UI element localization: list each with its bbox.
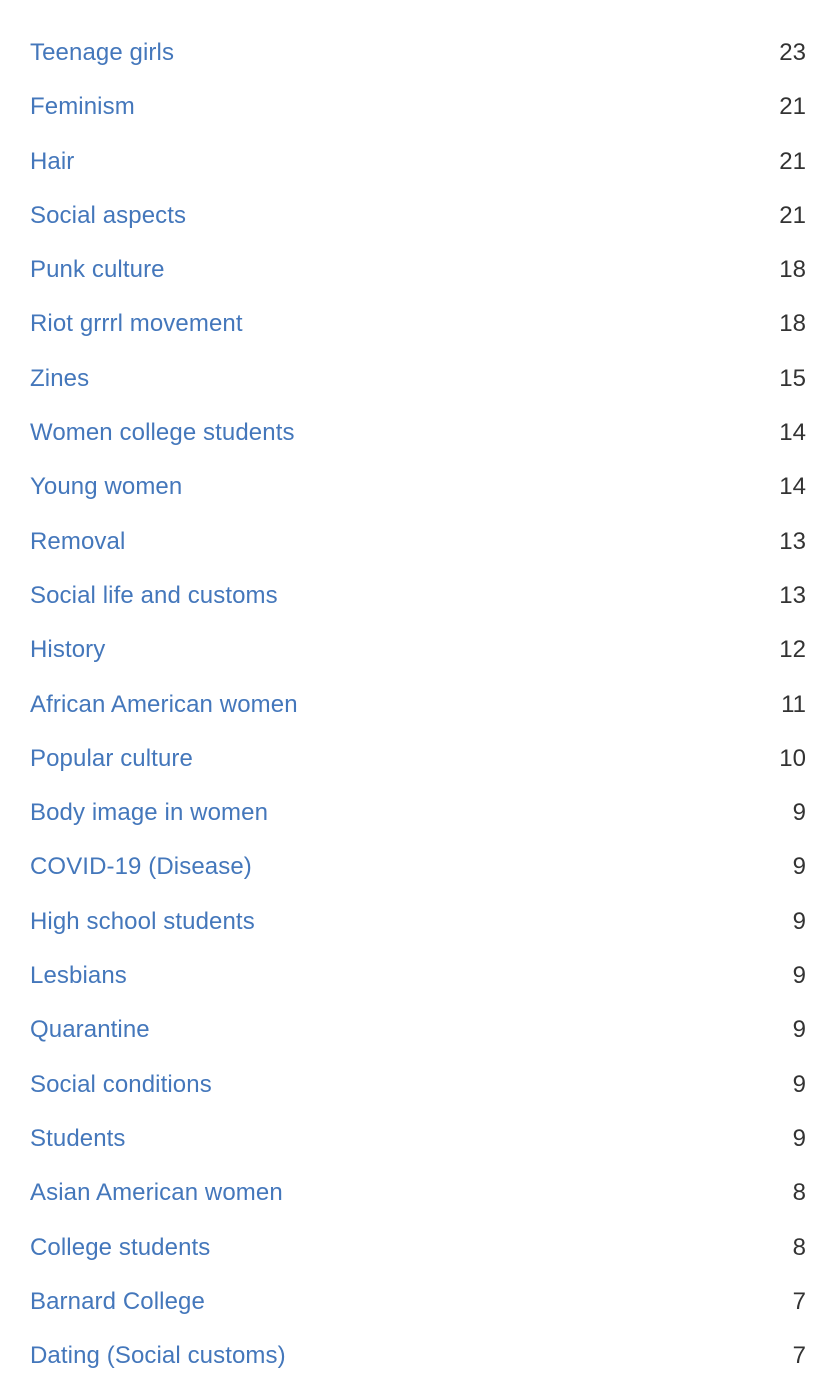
facet-count: 8 bbox=[792, 1179, 806, 1207]
facet-link[interactable]: Women college students bbox=[30, 419, 295, 447]
facet-link[interactable]: African American women bbox=[30, 691, 298, 719]
facet-count: 9 bbox=[792, 962, 806, 990]
facet-count: 12 bbox=[779, 636, 806, 664]
facet-count: 14 bbox=[779, 419, 806, 447]
facet-link[interactable]: COVID-19 (Disease) bbox=[30, 853, 252, 881]
facet-row[interactable]: Dating (Social customs) 7 bbox=[30, 1342, 806, 1384]
facet-count: 9 bbox=[792, 1070, 806, 1098]
facet-link[interactable]: Feminism bbox=[30, 93, 135, 121]
facet-link[interactable]: Social aspects bbox=[30, 202, 186, 230]
facet-link[interactable]: Social life and customs bbox=[30, 582, 278, 610]
facet-row[interactable]: Zines 15 bbox=[30, 365, 806, 419]
facet-count: 14 bbox=[779, 473, 806, 501]
facet-list: Teenage girls 23 Feminism 21 Hair 21 Social as… bbox=[0, 0, 826, 1384]
facet-row[interactable]: Social aspects 21 bbox=[30, 202, 806, 256]
facet-row[interactable]: Barnard College 7 bbox=[30, 1288, 806, 1342]
facet-count: 7 bbox=[792, 1287, 806, 1315]
facet-link[interactable]: Zines bbox=[30, 365, 89, 393]
facet-link[interactable]: Young women bbox=[30, 473, 182, 501]
facet-link[interactable]: Barnard College bbox=[30, 1288, 205, 1316]
facet-link[interactable]: Popular culture bbox=[30, 745, 193, 773]
facet-row[interactable]: Women college students 14 bbox=[30, 419, 806, 473]
facet-link[interactable]: Lesbians bbox=[30, 962, 127, 990]
facet-row[interactable]: Asian American women 8 bbox=[30, 1179, 806, 1233]
facet-row[interactable]: African American women 11 bbox=[30, 691, 806, 745]
facet-link[interactable]: College students bbox=[30, 1234, 210, 1262]
facet-count: 9 bbox=[792, 1124, 806, 1152]
facet-row[interactable]: Feminism 21 bbox=[30, 93, 806, 147]
facet-link[interactable]: High school students bbox=[30, 908, 255, 936]
facet-link[interactable]: Body image in women bbox=[30, 799, 268, 827]
facet-link[interactable]: Quarantine bbox=[30, 1016, 150, 1044]
facet-row[interactable]: High school students 9 bbox=[30, 908, 806, 962]
facet-row[interactable]: Quarantine 9 bbox=[30, 1016, 806, 1070]
facet-count: 9 bbox=[792, 799, 806, 827]
facet-count: 21 bbox=[779, 147, 806, 175]
facet-link[interactable]: Asian American women bbox=[30, 1179, 283, 1207]
facet-count: 8 bbox=[792, 1233, 806, 1261]
facet-row[interactable]: Lesbians 9 bbox=[30, 962, 806, 1016]
facet-link[interactable]: Dating (Social customs) bbox=[30, 1342, 286, 1370]
facet-link[interactable]: Riot grrrl movement bbox=[30, 310, 243, 338]
facet-count: 9 bbox=[792, 1016, 806, 1044]
facet-row[interactable]: Young women 14 bbox=[30, 473, 806, 527]
facet-row[interactable]: Social life and customs 13 bbox=[30, 582, 806, 636]
facet-count: 18 bbox=[779, 310, 806, 338]
facet-count: 13 bbox=[779, 581, 806, 609]
facet-count: 9 bbox=[792, 907, 806, 935]
facet-row[interactable]: History 12 bbox=[30, 636, 806, 690]
facet-row[interactable]: Students 9 bbox=[30, 1125, 806, 1179]
facet-link[interactable]: Removal bbox=[30, 528, 125, 556]
facet-count: 13 bbox=[779, 527, 806, 555]
facet-count: 7 bbox=[792, 1342, 806, 1370]
facet-row[interactable]: Riot grrrl movement 18 bbox=[30, 310, 806, 364]
facet-row[interactable]: College students 8 bbox=[30, 1234, 806, 1288]
facet-count: 23 bbox=[779, 39, 806, 66]
facet-row[interactable]: COVID-19 (Disease) 9 bbox=[30, 853, 806, 907]
facet-row[interactable]: Body image in women 9 bbox=[30, 799, 806, 853]
facet-row[interactable]: Teenage girls 23 bbox=[30, 39, 806, 93]
facet-count: 15 bbox=[779, 364, 806, 392]
facet-count: 9 bbox=[792, 853, 806, 881]
facet-link[interactable]: Hair bbox=[30, 148, 74, 176]
facet-link[interactable]: Punk culture bbox=[30, 256, 165, 284]
facet-link[interactable]: Students bbox=[30, 1125, 126, 1153]
facet-link[interactable]: Teenage girls bbox=[30, 39, 174, 67]
facet-link[interactable]: Social conditions bbox=[30, 1071, 212, 1099]
facet-row[interactable]: Removal 13 bbox=[30, 528, 806, 582]
facet-count: 21 bbox=[779, 93, 806, 121]
facet-row[interactable]: Social conditions 9 bbox=[30, 1071, 806, 1125]
facet-row[interactable]: Punk culture 18 bbox=[30, 256, 806, 310]
facet-count: 21 bbox=[779, 201, 806, 229]
facet-row[interactable]: Hair 21 bbox=[30, 148, 806, 202]
facet-link[interactable]: History bbox=[30, 636, 105, 664]
facet-count: 18 bbox=[779, 256, 806, 284]
facet-count: 11 bbox=[781, 690, 806, 718]
facet-row[interactable]: Popular culture 10 bbox=[30, 745, 806, 799]
facet-count: 10 bbox=[779, 744, 806, 772]
